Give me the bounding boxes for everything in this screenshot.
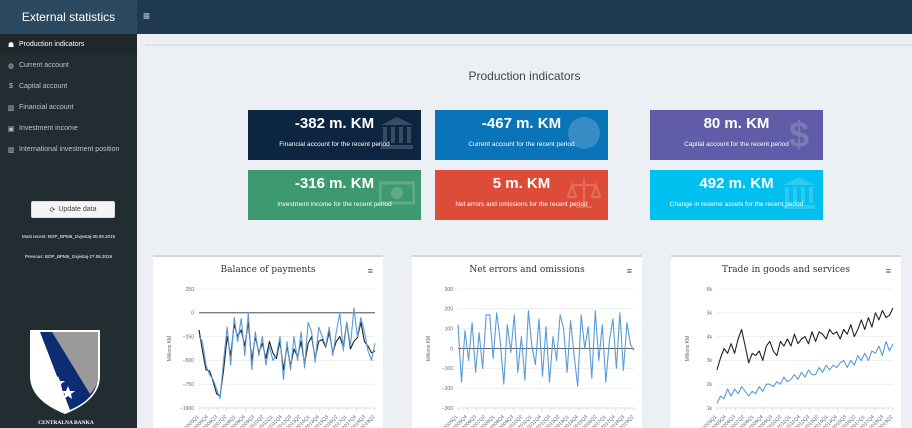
page-title: Production indicators xyxy=(468,69,581,83)
chart-title: Balance of payments xyxy=(220,265,316,275)
value-box-value: 80 m. KM xyxy=(703,115,770,132)
y-axis-label: Millions KM xyxy=(685,336,691,362)
main-content: Production indicators -382 m. KM Financia… xyxy=(137,34,912,428)
chart-menu-icon[interactable]: ≡ xyxy=(368,266,373,276)
value-box: -467 m. KM Current account for the recent… xyxy=(435,110,608,160)
y-tick-label: 250 xyxy=(186,287,195,293)
dashboard-icon: ☗ xyxy=(7,41,15,49)
value-box-label: Capital account for the recent period xyxy=(684,141,789,148)
sidebar-item-production-indicators[interactable]: ☗ Production indicators xyxy=(0,34,137,55)
y-tick-label: 2k xyxy=(707,382,713,388)
sidebar-item-current-account[interactable]: ◍ Current account xyxy=(0,55,137,76)
most-recent-file: Most recent: BOP_BPM6_Izvjestaj-30.09.20… xyxy=(21,234,116,239)
sidebar-item-capital-account[interactable]: $ Capital account xyxy=(0,76,137,97)
value-box-label: Financial account for the recent period xyxy=(279,141,390,148)
update-data-button[interactable]: ⟳ Update data xyxy=(31,201,115,218)
sidebar-item-investment-income[interactable]: ▣ Investment income xyxy=(0,118,137,139)
sidebar-item-label: International investment position xyxy=(19,146,120,153)
y-tick-label: 200 xyxy=(445,307,454,313)
hamburger-icon[interactable]: ≡ xyxy=(143,9,150,23)
sidebar-item-financial-account[interactable]: ▥ Financial account xyxy=(0,97,137,118)
money-icon: ▣ xyxy=(7,125,15,133)
y-tick-label: 100 xyxy=(445,326,454,332)
y-tick-label: −750 xyxy=(183,382,194,388)
line-chart: 2500−250−500−750−10002005Q12005Q42006Q32… xyxy=(167,287,377,428)
divider xyxy=(145,44,912,46)
value-box: $80 m. KM Capital account for the recent … xyxy=(650,110,823,160)
sidebar-item-label: Capital account xyxy=(19,83,68,90)
value-box-value: -382 m. KM xyxy=(294,115,375,132)
value-box-value: -467 m. KM xyxy=(481,115,562,132)
y-tick-label: 1k xyxy=(707,406,713,412)
line-chart: 3002001000−100−200−3002005Q12005Q42006Q3… xyxy=(426,287,636,428)
app-title[interactable]: External statistics xyxy=(0,0,137,34)
y-tick-label: 4k xyxy=(707,334,713,340)
value-box-label: Change in reserve assets for the recent … xyxy=(669,201,804,208)
line-chart: 6k5k4k3k2k1k2005Q12005Q42006Q32007Q22008… xyxy=(685,287,895,428)
y-tick-label: 6k xyxy=(707,287,713,293)
value-box: 492 m. KM Change in reserve assets for th… xyxy=(650,170,823,220)
y-tick-label: 3k xyxy=(707,358,713,364)
sidebar-item-label: Financial account xyxy=(19,104,74,111)
chart-panel: 6k 5k 4k 3k 2k 1k 2005Q1 2005Q4 2006Q3 2007Q2 2008… xyxy=(671,255,901,428)
chart-menu-icon[interactable]: ≡ xyxy=(886,266,891,276)
sidebar: ☗ Production indicators ◍ Current account $ C… xyxy=(0,34,137,428)
bank-name: CENTRALNA BANKA xyxy=(38,420,94,426)
value-box: -382 m. KM Financial account for the rece… xyxy=(248,110,421,160)
refresh-icon: ⟳ xyxy=(49,206,56,214)
chart-title: Trade in goods and services xyxy=(722,265,850,275)
y-tick-label: −500 xyxy=(183,358,194,364)
value-box: -316 m. KM Investment income for the rece… xyxy=(248,170,421,220)
sidebar-item-international-investment-position[interactable]: ▥ International investment position xyxy=(0,139,137,160)
y-tick-label: 5k xyxy=(707,311,713,317)
value-box-value: 492 m. KM xyxy=(699,175,774,192)
y-tick-label: −200 xyxy=(442,386,453,392)
sidebar-menu: ☗ Production indicators ◍ Current account $ C… xyxy=(0,34,137,160)
top-navbar: ≡ xyxy=(137,0,912,34)
y-tick-label: 300 xyxy=(445,287,454,293)
y-tick-label: −250 xyxy=(183,334,194,340)
previous-file: Previous: BOP_BPM6_Izvjestaj-27.06.2019 xyxy=(24,254,113,259)
chart-title: Net errors and omissions xyxy=(469,265,585,275)
series-line-2 xyxy=(716,340,894,404)
y-tick-label: −1000 xyxy=(180,406,194,412)
sidebar-item-label: Production indicators xyxy=(19,41,85,48)
update-data-label: Update data xyxy=(58,206,97,213)
coat-of-arms-icon xyxy=(30,330,100,414)
y-tick-label: −300 xyxy=(442,406,453,412)
y-axis-label: Millions KM xyxy=(167,336,173,362)
y-axis-label: Millions KM xyxy=(426,336,432,362)
value-box-value: 5 m. KM xyxy=(492,175,551,192)
value-box-label: Net errors and omissions for the recent … xyxy=(455,201,588,208)
y-tick-label: 0 xyxy=(191,311,194,317)
bank-icon: ▥ xyxy=(7,104,15,112)
sidebar-item-label: Investment income xyxy=(19,125,78,132)
value-box-label: Investment income for the recent period xyxy=(277,201,392,208)
value-box: 5 m. KM Net errors and omissions for the … xyxy=(435,170,608,220)
y-tick-label: 0 xyxy=(450,346,453,352)
chart-panel: 250 0 −250 −500 −750 −1000 2005Q1 2005Q4 2006Q3 2… xyxy=(153,255,383,428)
y-tick-label: −100 xyxy=(442,366,453,372)
chart-menu-icon[interactable]: ≡ xyxy=(627,266,632,276)
dollar-icon: $ xyxy=(9,83,13,90)
sidebar-item-label: Current account xyxy=(19,62,69,69)
value-box-label: Current account for the recent period xyxy=(468,141,575,148)
globe-icon: ◍ xyxy=(7,62,15,70)
value-box-value: -316 m. KM xyxy=(294,175,375,192)
chart-panel: 300 200 100 0 −100 −200 −300 2005Q1 2005Q4 2006Q3… xyxy=(412,255,642,428)
bar-chart-icon: ▥ xyxy=(7,146,15,154)
